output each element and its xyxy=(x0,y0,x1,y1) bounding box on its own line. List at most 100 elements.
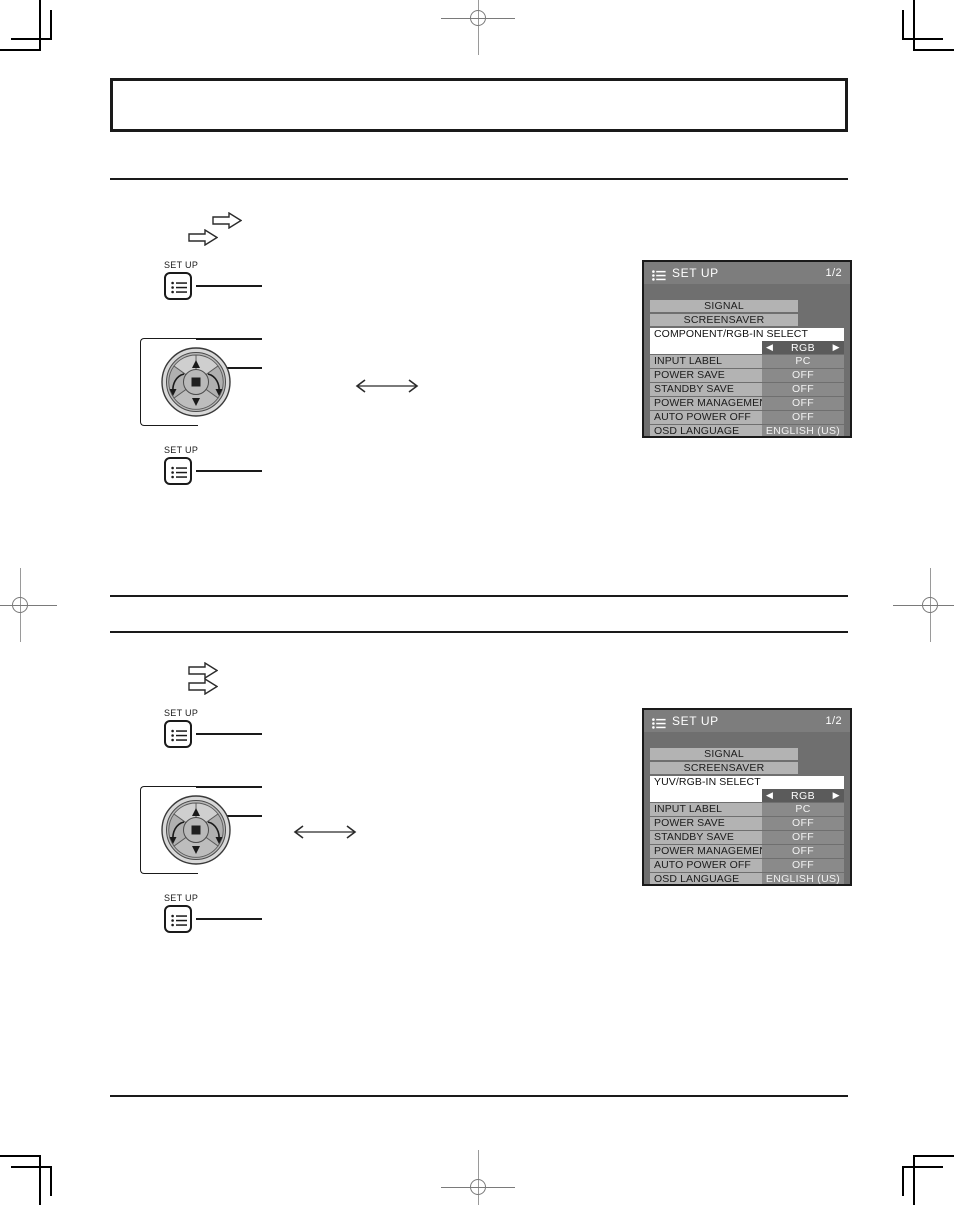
setup-button-key[interactable] xyxy=(164,905,192,933)
setup-button-label: SET UP xyxy=(164,708,199,718)
osd-item-screensaver[interactable]: SCREENSAVER xyxy=(650,762,798,774)
crop-mark-icon xyxy=(914,1155,954,1157)
osd-row[interactable]: STANDBY SAVE OFF xyxy=(650,383,844,396)
crop-mark-icon xyxy=(39,0,41,51)
chevron-left-icon[interactable]: ◀ xyxy=(766,341,773,354)
osd-row[interactable]: POWER SAVE OFF xyxy=(650,369,844,382)
registration-target-icon xyxy=(441,1150,515,1205)
osd-row-label: INPUT LABEL xyxy=(650,803,762,816)
setup-button-label: SET UP xyxy=(164,445,199,455)
setup-button-key[interactable] xyxy=(164,272,192,300)
osd-row[interactable]: OSD LANGUAGE ENGLISH (US) xyxy=(650,873,844,884)
osd-item-signal[interactable]: SIGNAL xyxy=(650,748,798,760)
crop-mark-icon xyxy=(902,1166,904,1196)
osd-selected-label: COMPONENT/RGB-IN SELECT xyxy=(654,328,808,340)
callout-leader-line xyxy=(196,918,262,920)
osd-row[interactable]: AUTO POWER OFF OFF xyxy=(650,411,844,424)
crop-mark-icon xyxy=(0,49,40,51)
chevron-left-icon[interactable]: ◀ xyxy=(766,789,773,802)
crop-mark-icon xyxy=(39,1155,41,1205)
callout-leader-line xyxy=(196,733,262,735)
osd-row-value: OFF xyxy=(762,383,844,396)
osd-selected-value: RGB xyxy=(791,341,815,354)
setup-button-label: SET UP xyxy=(164,260,199,270)
callout-leader-line xyxy=(196,285,262,287)
osd-row-label: POWER SAVE xyxy=(650,369,762,382)
osd-row-label: STANDBY SAVE xyxy=(650,383,762,396)
setup-button-label: SET UP xyxy=(164,893,199,903)
crop-mark-icon xyxy=(913,0,915,51)
crop-mark-icon xyxy=(50,1166,52,1196)
osd-row-value: ENGLISH (US) xyxy=(762,873,844,884)
crop-mark-icon xyxy=(903,38,943,40)
double-headed-arrow-icon xyxy=(290,824,360,845)
osd-row-label: POWER SAVE xyxy=(650,817,762,830)
setup-button-key[interactable] xyxy=(164,720,192,748)
osd-body: SIGNAL SCREENSAVER YUV/RGB-IN SELECT ◀ R… xyxy=(644,732,850,884)
section-divider xyxy=(110,178,848,180)
osd-menu-1: SET UP 1/2 SIGNAL SCREENSAVER COMPONENT/… xyxy=(642,260,852,438)
crop-mark-icon xyxy=(0,1155,40,1157)
menu-list-icon xyxy=(652,716,666,729)
crop-mark-icon xyxy=(902,10,904,40)
osd-title: SET UP xyxy=(672,714,719,728)
setup-remote-button-top-1[interactable]: SET UP xyxy=(164,260,198,300)
page-title xyxy=(113,81,845,97)
setup-button-key[interactable] xyxy=(164,457,192,485)
osd-selected-value-box[interactable]: ◀ RGB ▶ xyxy=(762,789,844,802)
osd-row[interactable]: POWER MANAGEMENT OFF xyxy=(650,845,844,858)
menu-list-icon xyxy=(171,914,188,927)
osd-row[interactable]: STANDBY SAVE OFF xyxy=(650,831,844,844)
section-divider xyxy=(110,595,848,597)
osd-row-label: INPUT LABEL xyxy=(650,355,762,368)
osd-item-signal[interactable]: SIGNAL xyxy=(650,300,798,312)
osd-row[interactable]: OSD LANGUAGE ENGLISH (US) xyxy=(650,425,844,436)
osd-header: SET UP 1/2 xyxy=(644,262,850,284)
setup-remote-button-bottom-2[interactable]: SET UP xyxy=(164,893,198,933)
osd-item-screensaver[interactable]: SCREENSAVER xyxy=(650,314,798,326)
osd-row-label: POWER MANAGEMENT xyxy=(650,397,773,410)
osd-row[interactable]: POWER SAVE OFF xyxy=(650,817,844,830)
osd-row-label: OSD LANGUAGE xyxy=(650,873,762,884)
callout-leader-line xyxy=(196,470,262,472)
osd-row-value: OFF xyxy=(762,845,844,858)
osd-selected-value: RGB xyxy=(791,789,815,802)
block-arrow-right-icon xyxy=(188,677,219,700)
section-divider xyxy=(110,631,848,633)
dpad-navigation-icon[interactable] xyxy=(160,794,232,871)
osd-row-value: OFF xyxy=(762,397,844,410)
registration-target-icon xyxy=(0,568,57,642)
footer-divider xyxy=(110,1095,848,1097)
osd-selected-item[interactable]: YUV/RGB-IN SELECT ◀ RGB ▶ xyxy=(650,776,844,802)
chevron-right-icon[interactable]: ▶ xyxy=(833,341,840,354)
osd-row[interactable]: AUTO POWER OFF OFF xyxy=(650,859,844,872)
setup-remote-button-top-2[interactable]: SET UP xyxy=(164,708,198,748)
double-headed-arrow-icon xyxy=(352,378,422,399)
osd-selected-label: YUV/RGB-IN SELECT xyxy=(654,776,761,788)
osd-row[interactable]: INPUT LABEL PC xyxy=(650,803,844,816)
osd-row-value: ENGLISH (US) xyxy=(762,425,844,436)
osd-row[interactable]: INPUT LABEL PC xyxy=(650,355,844,368)
osd-selected-item[interactable]: COMPONENT/RGB-IN SELECT ◀ RGB ▶ xyxy=(650,328,844,354)
osd-row-value: OFF xyxy=(762,831,844,844)
osd-row-label: AUTO POWER OFF xyxy=(650,859,762,872)
crop-mark-icon xyxy=(11,1166,51,1168)
osd-row[interactable]: POWER MANAGEMENT OFF xyxy=(650,397,844,410)
callout-leader-line xyxy=(196,338,262,340)
chevron-right-icon[interactable]: ▶ xyxy=(833,789,840,802)
osd-title: SET UP xyxy=(672,266,719,280)
dpad-navigation-icon[interactable] xyxy=(160,346,232,423)
menu-list-icon xyxy=(171,466,188,479)
osd-row-label: OSD LANGUAGE xyxy=(650,425,762,436)
osd-row-value: PC xyxy=(762,355,844,368)
page-title-box xyxy=(110,78,848,132)
osd-page-indicator: 1/2 xyxy=(825,715,842,727)
registration-target-icon xyxy=(441,0,515,55)
osd-selected-value-box[interactable]: ◀ RGB ▶ xyxy=(762,341,844,354)
registration-target-icon xyxy=(893,568,954,642)
osd-row-label: STANDBY SAVE xyxy=(650,831,762,844)
osd-body: SIGNAL SCREENSAVER COMPONENT/RGB-IN SELE… xyxy=(644,284,850,436)
setup-remote-button-bottom-1[interactable]: SET UP xyxy=(164,445,198,485)
manual-page: SET UP SET UP SET UP 1/2 SIGNAL SCREENSA… xyxy=(0,0,954,1205)
crop-mark-icon xyxy=(11,38,51,40)
